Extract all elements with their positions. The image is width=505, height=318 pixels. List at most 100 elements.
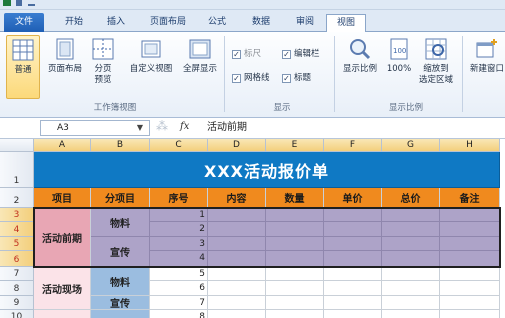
cell-empty[interactable]: [440, 222, 500, 237]
save-icon[interactable]: [16, 0, 22, 6]
tab-file[interactable]: 文件: [4, 13, 44, 32]
cell-empty[interactable]: [34, 310, 91, 318]
cell-empty[interactable]: [266, 222, 324, 237]
page-break-preview-button[interactable]: 分页 预览: [88, 35, 118, 99]
cell-empty[interactable]: [266, 208, 324, 222]
cell-seq-7[interactable]: 7: [150, 296, 208, 310]
row-header-6[interactable]: 6: [0, 251, 34, 267]
column-header-a[interactable]: A: [34, 139, 91, 152]
cell-sub-promo[interactable]: 宣传: [91, 237, 150, 267]
row-header-2[interactable]: 2: [0, 188, 34, 208]
cell-empty[interactable]: [208, 222, 266, 237]
cell-empty[interactable]: [266, 310, 324, 318]
row-header-9[interactable]: 9: [0, 296, 34, 310]
cell-empty[interactable]: [266, 237, 324, 251]
cell-empty[interactable]: [208, 251, 266, 267]
cell-empty[interactable]: [382, 208, 440, 222]
column-header-g[interactable]: G: [382, 139, 440, 152]
column-header-d[interactable]: D: [208, 139, 266, 152]
cell-group-pre-event[interactable]: 活动前期: [34, 208, 91, 267]
cell-empty[interactable]: [382, 281, 440, 296]
row-header-10[interactable]: 10: [0, 310, 34, 318]
cell-empty[interactable]: [208, 281, 266, 296]
cell-empty[interactable]: [382, 251, 440, 267]
normal-view-button[interactable]: 普通: [6, 35, 40, 99]
cell-group-on-site[interactable]: 活动现场: [34, 267, 91, 310]
cell-empty[interactable]: [440, 208, 500, 222]
row-header-1[interactable]: 1: [0, 152, 34, 188]
zoom-to-selection-button[interactable]: 缩放到 选定区域: [416, 35, 456, 99]
row-header-5[interactable]: 5: [0, 237, 34, 251]
name-box[interactable]: A3 ▼: [40, 120, 150, 136]
cell-seq-1[interactable]: 1: [150, 208, 208, 222]
cell-empty[interactable]: [324, 222, 382, 237]
tab-home[interactable]: 开始: [56, 14, 92, 32]
cell-empty[interactable]: [324, 296, 382, 310]
cell-empty[interactable]: [208, 208, 266, 222]
cell-seq-4[interactable]: 4: [150, 251, 208, 267]
cell-empty[interactable]: [382, 237, 440, 251]
headings-checkbox[interactable]: ✓ 标题: [282, 72, 311, 84]
column-header-f[interactable]: F: [324, 139, 382, 152]
select-all-corner[interactable]: [0, 139, 34, 152]
cell-empty[interactable]: [266, 281, 324, 296]
formula-bar-checkbox[interactable]: ✓ 编辑栏: [282, 48, 320, 60]
column-header-c[interactable]: C: [150, 139, 208, 152]
sheet-title[interactable]: XXX活动报价单: [34, 152, 500, 188]
cell-seq-6[interactable]: 6: [150, 281, 208, 296]
cell-seq-8[interactable]: 8: [150, 310, 208, 318]
cell-seq-3[interactable]: 3: [150, 237, 208, 251]
cell-empty[interactable]: [208, 310, 266, 318]
cell-empty[interactable]: [266, 251, 324, 267]
tab-insert[interactable]: 插入: [98, 14, 134, 32]
cell-empty[interactable]: [266, 267, 324, 281]
cell-empty[interactable]: [382, 310, 440, 318]
header-subproject[interactable]: 分项目: [91, 188, 150, 208]
header-quantity[interactable]: 数量: [266, 188, 324, 208]
cell-sub-promo-2[interactable]: 宣传: [91, 296, 150, 310]
zoom-100-button[interactable]: 100 100%: [384, 35, 414, 99]
cell-empty[interactable]: [440, 281, 500, 296]
header-unit-price[interactable]: 单价: [324, 188, 382, 208]
insert-function-icon[interactable]: fx: [180, 121, 189, 132]
header-project[interactable]: 项目: [34, 188, 91, 208]
cell-empty[interactable]: [382, 267, 440, 281]
cell-sub-material[interactable]: 物料: [91, 208, 150, 237]
cell-empty[interactable]: [208, 267, 266, 281]
header-content[interactable]: 内容: [208, 188, 266, 208]
tab-data[interactable]: 数据: [244, 14, 278, 32]
cell-empty[interactable]: [382, 296, 440, 310]
cell-empty[interactable]: [324, 310, 382, 318]
cell-empty[interactable]: [324, 237, 382, 251]
row-header-3[interactable]: 3: [0, 208, 34, 222]
tab-page-layout[interactable]: 页面布局: [142, 14, 194, 32]
cell-empty[interactable]: [266, 296, 324, 310]
header-seq[interactable]: 序号: [150, 188, 208, 208]
cell-empty[interactable]: [440, 237, 500, 251]
cell-empty[interactable]: [208, 237, 266, 251]
gridlines-checkbox[interactable]: ✓ 网格线: [232, 72, 270, 84]
cell-empty[interactable]: [324, 267, 382, 281]
cell-empty[interactable]: [208, 296, 266, 310]
row-header-7[interactable]: 7: [0, 267, 34, 281]
cell-empty[interactable]: [324, 281, 382, 296]
tab-review[interactable]: 审阅: [288, 14, 322, 32]
ruler-checkbox[interactable]: ✓ 标尺: [232, 48, 261, 60]
header-total[interactable]: 总价: [382, 188, 440, 208]
tab-view[interactable]: 视图: [326, 14, 366, 33]
header-notes[interactable]: 备注: [440, 188, 500, 208]
column-header-e[interactable]: E: [266, 139, 324, 152]
formula-value[interactable]: 活动前期: [207, 120, 247, 135]
row-header-8[interactable]: 8: [0, 281, 34, 296]
cell-empty[interactable]: [440, 296, 500, 310]
cell-seq-5[interactable]: 5: [150, 267, 208, 281]
undo-icon[interactable]: [28, 0, 35, 6]
column-header-b[interactable]: B: [91, 139, 150, 152]
chevron-down-icon[interactable]: ▼: [137, 121, 143, 135]
cell-empty[interactable]: [324, 251, 382, 267]
cell-empty[interactable]: [382, 222, 440, 237]
cell-empty[interactable]: [440, 267, 500, 281]
cell-empty[interactable]: [440, 310, 500, 318]
new-window-button[interactable]: 新建窗口: [466, 35, 505, 99]
full-screen-button[interactable]: 全屏显示: [178, 35, 222, 99]
